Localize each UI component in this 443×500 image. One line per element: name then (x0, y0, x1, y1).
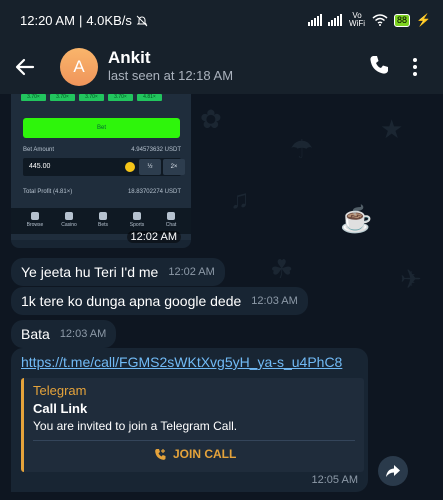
chat-area[interactable]: ✿ ☂ ★ ♫ ☕ ✈ ☘ 3.70× 3.70× 3.70× 3.70× 4.… (0, 94, 443, 500)
background-doodle: ✿ (200, 104, 222, 134)
charging-icon: ⚡ (416, 13, 431, 27)
avatar[interactable]: A (60, 48, 98, 86)
background-doodle: ☕ (340, 204, 373, 234)
network-speed: 4.0KB/s (86, 13, 132, 28)
link-message[interactable]: https://t.me/call/FGMS2sWKtXvg5yH_ya-s_u… (11, 348, 368, 492)
vowifi-label: Vo WiFi (349, 11, 366, 28)
image-message[interactable]: 3.70× 3.70× 3.70× 3.70× 4.81× Bet Bet Am… (11, 94, 191, 248)
join-call-label: JOIN CALL (173, 447, 237, 461)
multiplier: 4.81× (137, 94, 162, 101)
half-button: ½ (139, 159, 161, 175)
background-doodle: ☘ (270, 254, 294, 284)
more-menu-icon[interactable] (412, 56, 418, 78)
multiplier: 3.70× (50, 94, 75, 101)
background-doodle: ★ (380, 114, 404, 144)
chat-icon (167, 212, 175, 220)
bet-amount-field: 445.00 ½ 2× (23, 158, 185, 176)
divider (33, 440, 355, 441)
message-bubble[interactable]: 1k tere ko dunga apna google dede 12:03 … (11, 287, 308, 315)
message-text: Bata (21, 326, 50, 342)
multiplier: 3.70× (108, 94, 133, 101)
status-time: 12:20 AM (20, 13, 75, 28)
background-doodle: ✈ (400, 264, 422, 294)
browse-icon (31, 212, 39, 220)
bets-icon (99, 212, 107, 220)
preview-site-name: Telegram (33, 383, 87, 398)
tab-bets: Bets (91, 212, 115, 228)
tab-chat: Chat (159, 212, 183, 228)
signal-icon (308, 14, 323, 26)
last-seen-status: last seen at 12:18 AM (108, 68, 234, 83)
link-preview[interactable]: Telegram Call Link You are invited to jo… (21, 378, 364, 472)
message-time: 12:02 AM (126, 231, 181, 243)
sports-icon (133, 212, 141, 220)
message-time: 12:05 AM (311, 474, 358, 486)
coin-icon (125, 162, 135, 172)
status-bar: 12:20 AM | 4.0KB/s Vo WiFi 88 ⚡ (0, 0, 443, 42)
signal-icon-2 (328, 14, 343, 26)
message-bubble[interactable]: Bata 12:03 AM (11, 320, 117, 348)
multiplier: 3.70× (21, 94, 46, 101)
join-call-button[interactable]: JOIN CALL (154, 447, 236, 461)
contact-name[interactable]: Ankit (108, 48, 151, 68)
casino-icon (65, 212, 73, 220)
share-icon (386, 465, 400, 477)
tab-browse: Browse (23, 212, 47, 228)
screenshot-image[interactable]: 3.70× 3.70× 3.70× 3.70× 4.81× Bet Bet Am… (11, 94, 191, 240)
total-profit-usdt: 18.83702274 USDT (127, 189, 181, 195)
message-time: 12:03 AM (59, 328, 107, 340)
wifi-icon (372, 14, 388, 26)
message-text: Ye jeeta hu Teri I'd me (21, 264, 159, 280)
forward-button[interactable] (378, 456, 408, 486)
message-time: 12:02 AM (168, 266, 215, 278)
multiplier-row: 3.70× 3.70× 3.70× 3.70× 4.81× (21, 94, 162, 101)
phone-plus-icon (155, 448, 166, 460)
preview-description: You are invited to join a Telegram Call. (33, 419, 238, 433)
bet-amount-value: 445.00 (29, 163, 51, 170)
bet-amount-usdt: 4.94573632 USDT (131, 147, 181, 153)
total-profit-label: Total Profit (4.81×) (23, 189, 73, 195)
tab-sports: Sports (125, 212, 149, 228)
tab-casino: Casino (57, 212, 81, 228)
message-text: 1k tere ko dunga apna google dede (21, 293, 242, 309)
battery-icon: 88 (394, 13, 411, 27)
background-doodle: ♫ (230, 184, 250, 214)
mute-icon (136, 15, 148, 26)
message-bubble[interactable]: Ye jeeta hu Teri I'd me 12:02 AM (11, 258, 225, 286)
preview-title: Call Link (33, 401, 88, 416)
phone-icon[interactable] (368, 54, 390, 76)
back-arrow-icon[interactable] (14, 56, 36, 78)
bet-amount-label: Bet Amount (23, 147, 55, 153)
message-time: 12:03 AM (251, 295, 298, 307)
bet-button: Bet (23, 118, 180, 138)
chat-header: A Ankit last seen at 12:18 AM (0, 42, 443, 94)
background-doodle: ☂ (290, 134, 314, 164)
multiplier: 3.70× (79, 94, 104, 101)
double-button: 2× (163, 159, 185, 175)
call-link[interactable]: https://t.me/call/FGMS2sWKtXvg5yH_ya-s_u… (21, 354, 342, 370)
